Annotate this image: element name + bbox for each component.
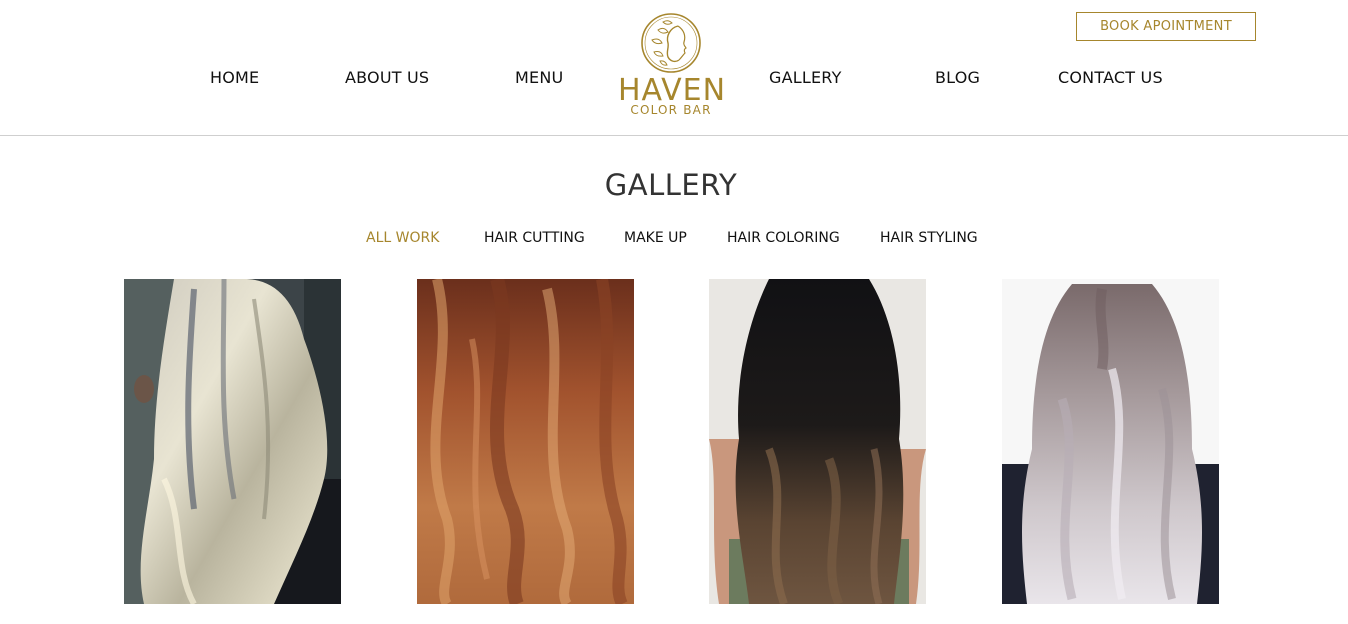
page: BOOK APOINTMENT HOME ABOUT US MENU HAVEN… [0,0,1348,624]
gallery-photo-ash-silver-waves[interactable] [1002,279,1219,604]
site-header: BOOK APOINTMENT HOME ABOUT US MENU HAVEN… [0,0,1348,136]
page-title: GALLERY [604,168,738,202]
filter-make-up[interactable]: MAKE UP [624,230,687,246]
filter-hair-coloring[interactable]: HAIR COLORING [727,230,840,246]
nav-about-us[interactable]: ABOUT US [345,68,429,87]
book-appointment-button[interactable]: BOOK APOINTMENT [1076,12,1256,41]
gallery-photo-dark-balayage[interactable] [709,279,926,604]
filter-all-work[interactable]: ALL WORK [366,230,439,246]
logo-subtitle: COLOR BAR [630,103,712,117]
nav-gallery[interactable]: GALLERY [769,68,842,87]
nav-home[interactable]: HOME [210,68,259,87]
gallery-photo-blonde-highlights[interactable] [124,279,341,604]
nav-contact-us[interactable]: CONTACT US [1058,68,1163,87]
haven-color-bar-logo[interactable]: HAVEN COLOR BAR [618,12,725,118]
nav-menu[interactable]: MENU [515,68,563,87]
gallery-photo-copper-waves[interactable] [417,279,634,604]
nav-blog[interactable]: BLOG [935,68,980,87]
filter-hair-styling[interactable]: HAIR STYLING [880,230,978,246]
filter-hair-cutting[interactable]: HAIR CUTTING [484,230,585,246]
logo-emblem-icon [641,13,701,73]
